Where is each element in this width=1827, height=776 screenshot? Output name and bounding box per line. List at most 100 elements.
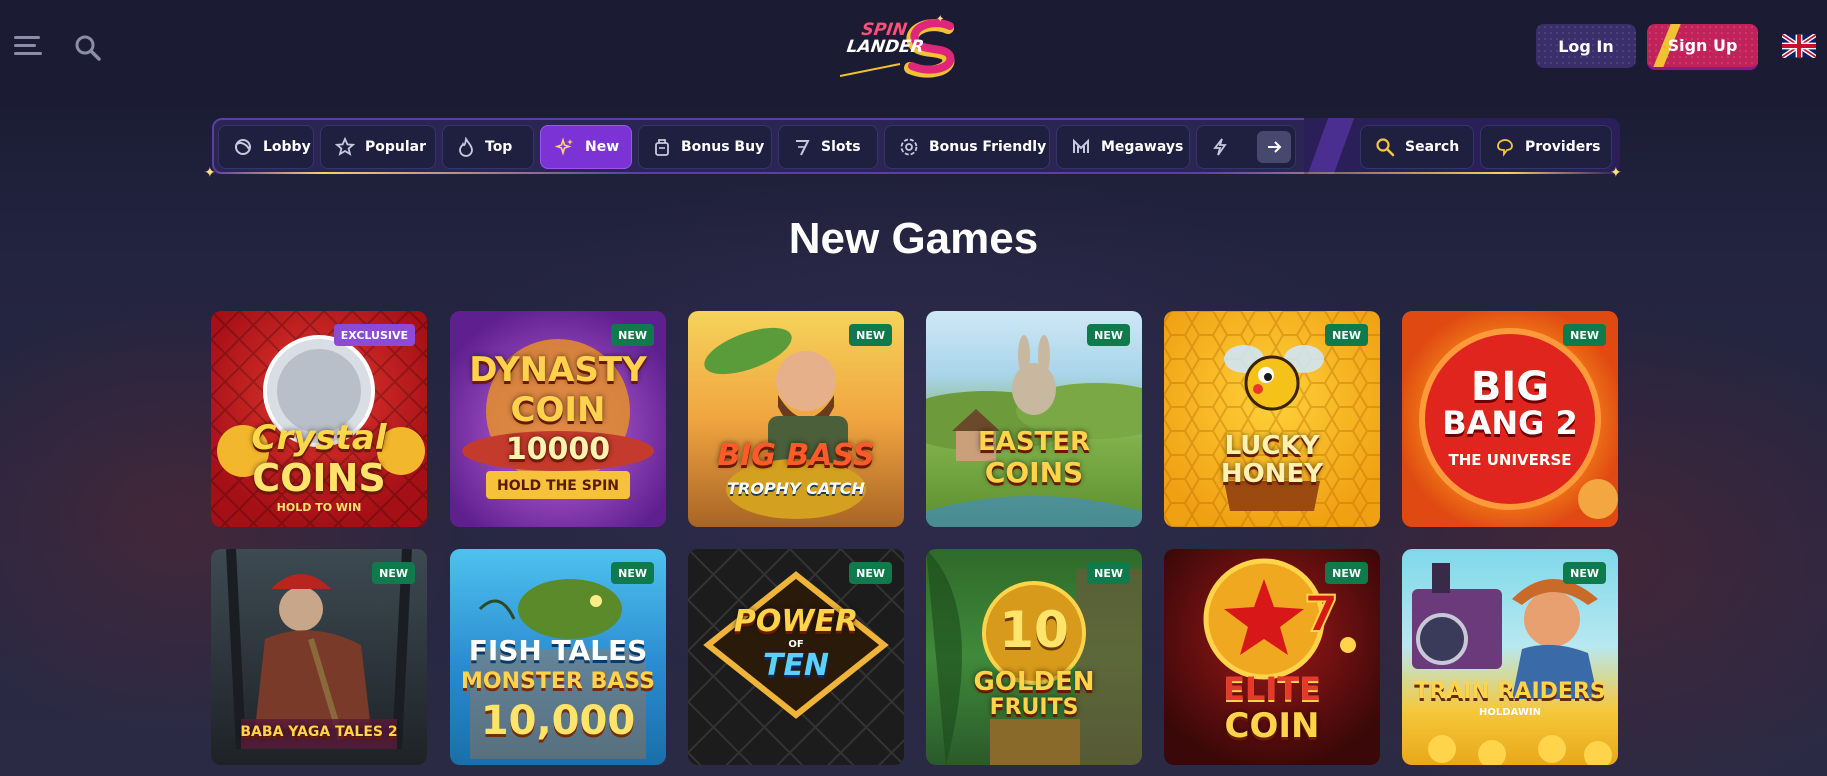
nav-item-label: Bonus Buy (681, 139, 765, 155)
new-badge: NEW (1325, 562, 1368, 584)
game-title: ELITE (1223, 670, 1321, 708)
lightning-icon (1213, 138, 1227, 156)
game-tile[interactable]: POWER OF TEN NEW (688, 549, 904, 765)
sparkle-icon (555, 137, 573, 156)
game-title: COIN (1224, 706, 1320, 746)
top-header: ✦ SPIN LANDER Log In Sign Up (0, 0, 1827, 95)
nav-item-megaways[interactable]: Megaways (1056, 125, 1190, 169)
providers-icon (1497, 139, 1513, 157)
game-title: TRAIN RAIDERS (1414, 679, 1606, 704)
game-title: FISH TALES (468, 634, 648, 667)
nav-item-bonus-buy[interactable]: Bonus Buy (638, 125, 772, 169)
megaways-icon (1073, 138, 1089, 153)
nav-item-bonus-friendly[interactable]: Bonus Friendly (884, 125, 1050, 169)
spinlander-logo[interactable]: ✦ SPIN LANDER (840, 14, 990, 80)
game-title: FRUITS (989, 695, 1079, 720)
bag-icon (655, 139, 669, 156)
nav-item-popular[interactable]: Popular (320, 125, 436, 169)
new-badge: NEW (1563, 562, 1606, 584)
game-tile[interactable]: BIG BANG 2 THE UNIVERSE NEW (1402, 311, 1618, 527)
new-badge: NEW (1087, 324, 1130, 346)
game-title: COINS (252, 456, 386, 500)
nav-item-label: Slots (821, 139, 861, 155)
game-subtitle: HOLD TO WIN (276, 501, 362, 514)
game-tile[interactable]: TRAIN RAIDERS HOLDAWIN NEW (1402, 549, 1618, 765)
logo-wordmark: SPIN LANDER (845, 20, 926, 57)
new-badge: NEW (849, 562, 892, 584)
game-title: 10000 (505, 432, 611, 467)
game-title: MONSTER BASS (461, 669, 655, 694)
flame-icon (459, 137, 473, 157)
game-title: COIN (510, 390, 606, 430)
category-nav: Lobby Popular Top New Bonus Buy Slots Bo… (212, 118, 1620, 174)
signup-button-label: Sign Up (1667, 36, 1738, 55)
new-badge: NEW (849, 324, 892, 346)
nav-item-lobby[interactable]: Lobby (218, 125, 314, 169)
nav-search-button[interactable]: Search (1360, 125, 1474, 169)
nav-scroll-right-button[interactable] (1257, 131, 1291, 163)
page-title: New Games (788, 214, 1039, 263)
nav-providers-label: Providers (1525, 139, 1601, 155)
hamburger-menu-icon[interactable] (14, 36, 42, 58)
search-icon[interactable] (74, 34, 102, 62)
nav-item-top[interactable]: Top (442, 125, 534, 169)
game-title: POWER (733, 604, 859, 639)
nav-item-label: Top (485, 139, 513, 155)
game-subtitle: TROPHY CATCH (727, 479, 865, 498)
new-badge: NEW (372, 562, 415, 584)
game-tile[interactable]: LUCKY HONEY NEW (1164, 311, 1380, 527)
nav-search-label: Search (1405, 139, 1460, 155)
game-title: Crystal (251, 418, 387, 458)
login-button-label: Log In (1558, 36, 1614, 56)
nav-providers-button[interactable]: Providers (1480, 125, 1612, 169)
game-tile[interactable]: Crystal COINS HOLD TO WIN EXCLUSIVE (211, 311, 427, 527)
game-tile[interactable]: FISH TALES MONSTER BASS 10,000 NEW (450, 549, 666, 765)
nav-item-new[interactable]: New (540, 125, 632, 169)
svg-text:✦: ✦ (936, 14, 944, 25)
nav-item-label: New (585, 139, 620, 155)
game-title: TEN (762, 648, 830, 683)
new-badge: NEW (611, 562, 654, 584)
new-badge: NEW (1087, 562, 1130, 584)
new-badge: NEW (611, 324, 654, 346)
game-tile[interactable]: 7 ELITE COIN NEW (1164, 549, 1380, 765)
game-tile[interactable]: DYNASTY COIN 10000 HOLD THE SPIN NEW (450, 311, 666, 527)
uk-flag-icon[interactable] (1782, 34, 1816, 58)
signup-button[interactable]: Sign Up (1647, 24, 1758, 70)
nav-glow-line (210, 172, 1620, 174)
game-title: EASTER (977, 427, 1091, 457)
game-tile[interactable]: 10 GOLDEN FRUITS NEW (926, 549, 1142, 765)
seven-icon (796, 140, 810, 156)
game-title: LUCKY (1224, 431, 1320, 461)
game-title: BIG (1470, 364, 1550, 410)
sparkle-icon: ✦ (204, 165, 216, 181)
game-tile[interactable]: EASTER COINS NEW (926, 311, 1142, 527)
nav-item-label: Megaways (1101, 139, 1184, 155)
login-button[interactable]: Log In (1536, 24, 1636, 68)
nav-item-label: Popular (365, 139, 427, 155)
logo-line-2: LANDER (845, 37, 926, 57)
nav-item-label: Bonus Friendly (929, 139, 1047, 155)
game-tile[interactable]: BIG BASS TROPHY CATCH NEW (688, 311, 904, 527)
gear-badge-icon (900, 138, 918, 156)
game-title: 10,000 (480, 698, 636, 744)
game-title: BABA YAGA TALES 2 (240, 724, 398, 740)
game-subtitle: HOLDAWIN (1479, 707, 1541, 718)
game-title: BANG 2 (1442, 404, 1578, 442)
game-title: DYNASTY (469, 350, 647, 390)
svg-text:7: 7 (1304, 585, 1339, 643)
search-icon (1376, 138, 1395, 157)
arrow-right-icon (1268, 141, 1282, 153)
game-title: 10 (999, 601, 1069, 659)
game-subtitle: HOLD THE SPIN (496, 478, 619, 494)
game-title: HONEY (1220, 459, 1324, 489)
game-tile[interactable]: BABA YAGA TALES 2 NEW (211, 549, 427, 765)
star-icon (335, 137, 355, 156)
exclusive-badge: EXCLUSIVE (333, 324, 415, 346)
nav-item-slots[interactable]: Slots (778, 125, 878, 169)
game-subtitle: THE UNIVERSE (1448, 451, 1572, 469)
game-title: BIG BASS (717, 438, 875, 473)
game-title: GOLDEN (973, 667, 1095, 697)
lobby-icon (235, 139, 251, 155)
new-badge: NEW (1325, 324, 1368, 346)
